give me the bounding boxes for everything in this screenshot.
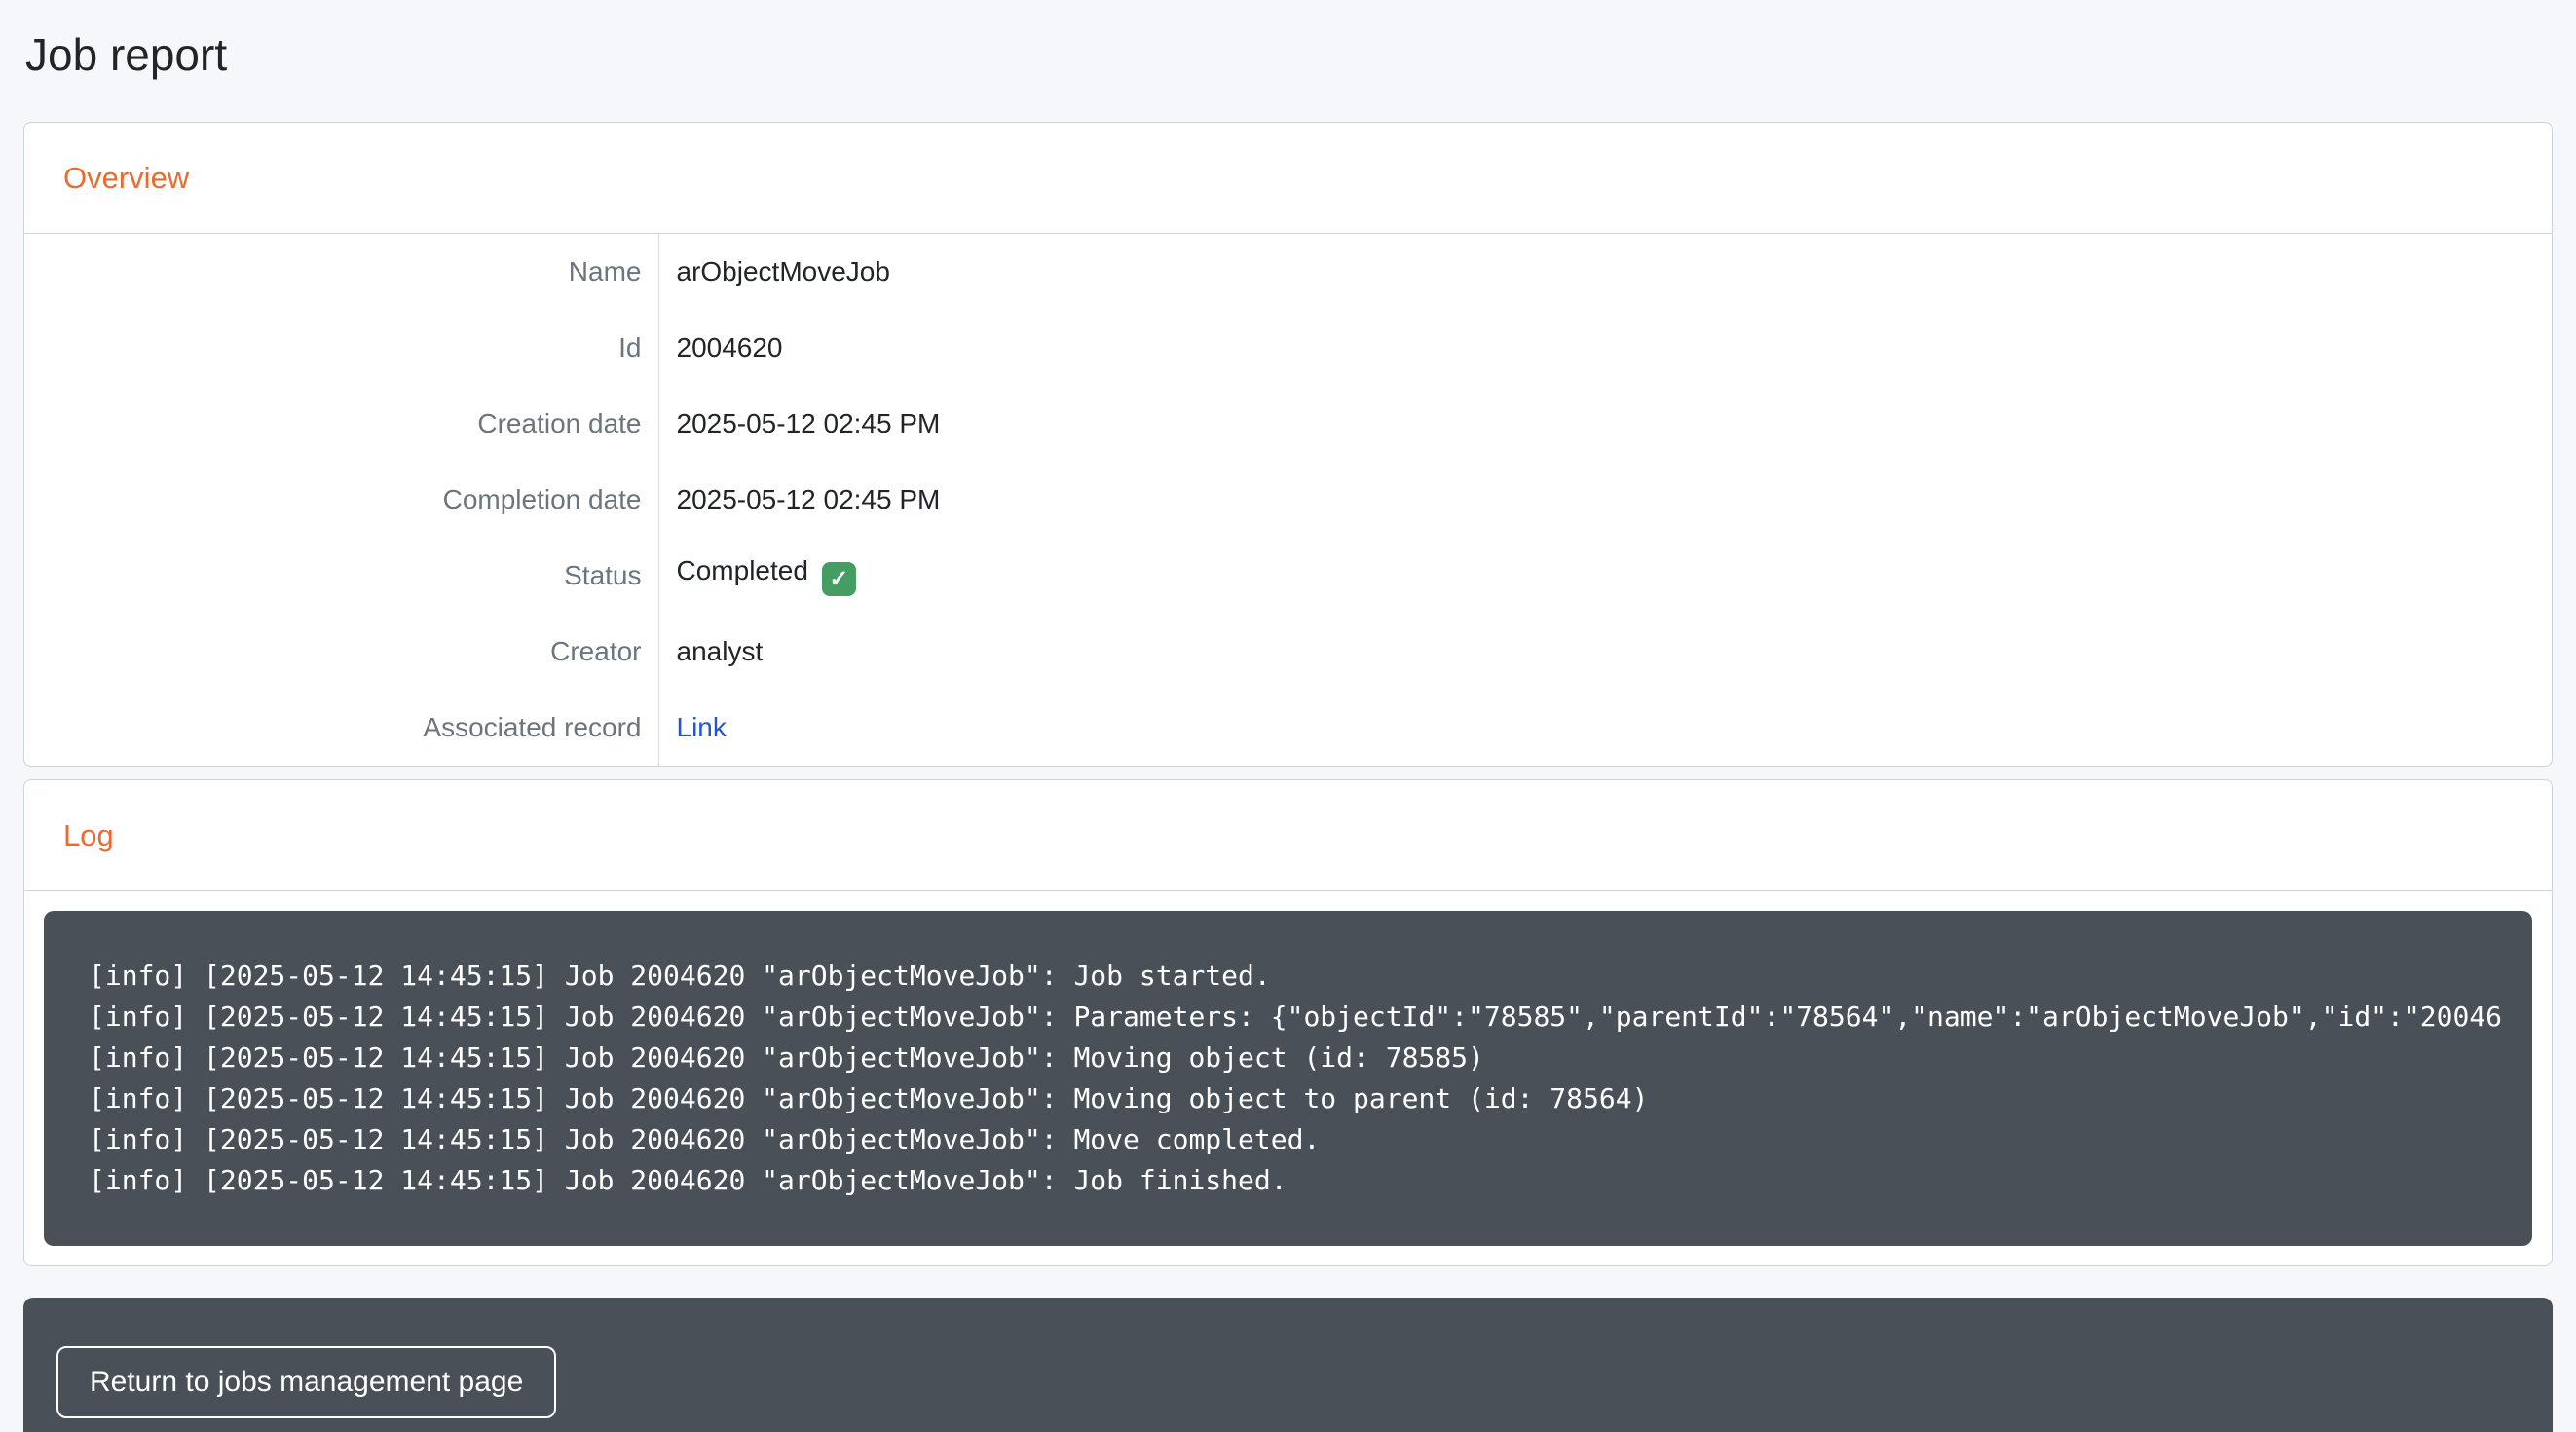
overview-row: Name arObjectMoveJob: [24, 234, 2552, 310]
row-value-text: 2025-05-12 02:45 PM: [677, 484, 941, 514]
return-to-jobs-button[interactable]: Return to jobs management page: [56, 1346, 556, 1418]
check-icon: ✓: [822, 562, 856, 596]
row-value-text: 2004620: [677, 332, 783, 362]
log-output: [info] [2025-05-12 14:45:15] Job 2004620…: [44, 911, 2532, 1246]
row-value: 2025-05-12 02:45 PM: [658, 462, 2552, 538]
row-value: Completed ✓: [658, 538, 2552, 614]
row-value-text: 2025-05-12 02:45 PM: [677, 408, 941, 438]
associated-record-link[interactable]: Link: [677, 712, 727, 742]
row-label: Creator: [24, 614, 658, 690]
row-label: Creation date: [24, 386, 658, 462]
row-value: 2004620: [658, 310, 2552, 386]
row-label: Completion date: [24, 462, 658, 538]
log-section-header: Log: [24, 780, 2552, 891]
log-card: Log [info] [2025-05-12 14:45:15] Job 200…: [23, 779, 2553, 1266]
row-value: 2025-05-12 02:45 PM: [658, 386, 2552, 462]
row-value: analyst: [658, 614, 2552, 690]
overview-table: Name arObjectMoveJob Id 2004620 Creation…: [24, 234, 2552, 766]
row-value-text: arObjectMoveJob: [677, 256, 890, 286]
row-value: arObjectMoveJob: [658, 234, 2552, 310]
footer-bar: Return to jobs management page: [23, 1298, 2553, 1432]
row-value-text: Completed: [677, 555, 808, 585]
row-label: Status: [24, 538, 658, 614]
overview-row: Associated record Link: [24, 690, 2552, 766]
row-label: Name: [24, 234, 658, 310]
row-label: Associated record: [24, 690, 658, 766]
page-title: Job report: [25, 21, 2551, 89]
overview-row: Creation date 2025-05-12 02:45 PM: [24, 386, 2552, 462]
overview-row: Id 2004620: [24, 310, 2552, 386]
overview-row: Creator analyst: [24, 614, 2552, 690]
row-value: Link: [658, 690, 2552, 766]
log-body: [info] [2025-05-12 14:45:15] Job 2004620…: [24, 891, 2552, 1265]
overview-section-header: Overview: [24, 123, 2552, 234]
overview-card: Overview Name arObjectMoveJob Id 2004620…: [23, 122, 2553, 767]
row-label: Id: [24, 310, 658, 386]
overview-row: Completion date 2025-05-12 02:45 PM: [24, 462, 2552, 538]
overview-row: Status Completed ✓: [24, 538, 2552, 614]
row-value-text: analyst: [677, 636, 764, 666]
